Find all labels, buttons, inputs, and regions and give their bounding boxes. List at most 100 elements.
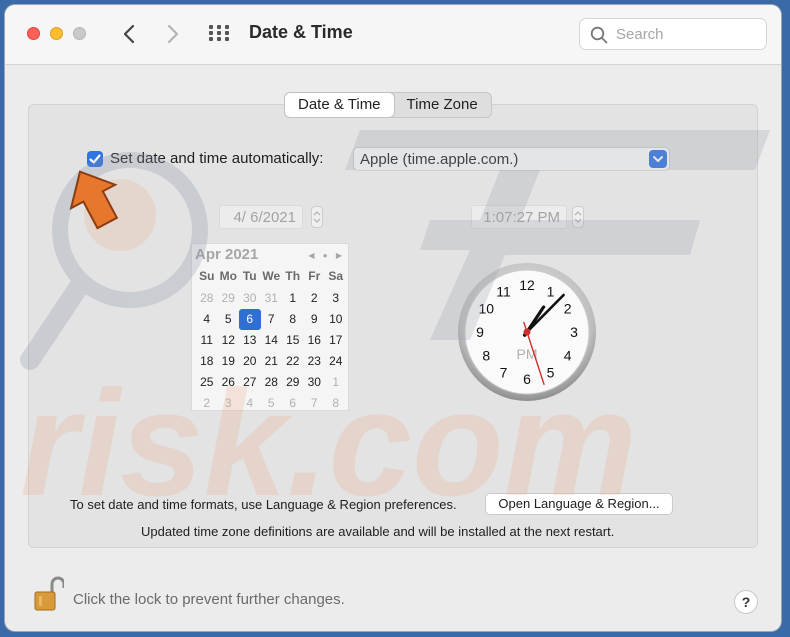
analog-clock: 12 1234567891011 PM <box>458 263 596 401</box>
help-button[interactable]: ? <box>734 590 758 614</box>
calendar-day[interactable]: 1 <box>282 288 304 309</box>
unlocked-padlock-icon[interactable] <box>32 575 64 615</box>
calendar-day[interactable]: 23 <box>304 351 326 372</box>
calendar-day[interactable]: 3 <box>325 288 347 309</box>
calendar-day-other-month[interactable]: 8 <box>325 393 347 414</box>
tab-date-time[interactable]: Date & Time <box>285 93 394 117</box>
calendar-day[interactable]: 28 <box>261 372 283 393</box>
calendar-day[interactable]: 19 <box>218 351 240 372</box>
calendar-day[interactable]: 14 <box>261 330 283 351</box>
calendar-day[interactable]: 10 <box>325 309 347 330</box>
calendar-day[interactable]: 4 <box>196 309 218 330</box>
calendar-day[interactable]: 2 <box>304 288 326 309</box>
time-field[interactable]: 1:07:27 PM <box>471 205 567 229</box>
calendar-day[interactable]: 26 <box>218 372 240 393</box>
calendar-day-other-month[interactable]: 3 <box>218 393 240 414</box>
dropdown-chevron-icon[interactable] <box>649 150 667 168</box>
calendar-day-other-month[interactable]: 28 <box>196 288 218 309</box>
calendar-week-row: 25 26 27 28 29 30 1 <box>196 372 347 393</box>
close-window-button[interactable] <box>27 27 40 40</box>
calendar-day[interactable]: 29 <box>282 372 304 393</box>
search-icon <box>590 26 608 44</box>
clock-number: 10 <box>479 301 495 317</box>
calendar-day-grid: 28 29 30 31 1 2 3 4 5 6 7 8 9 10 11 12 13 14 15 16 17 18 19 20 2… <box>196 288 347 414</box>
calendar: Apr 2021 ◀ ● ▶ Su Mo Tu We Th Fr Sa 28 29… <box>191 243 349 411</box>
clock-number: 5 <box>547 365 555 381</box>
calendar-day[interactable]: 9 <box>304 309 326 330</box>
open-language-region-button[interactable]: Open Language & Region... <box>485 493 673 515</box>
time-server-value: Apple (time.apple.com.) <box>360 151 519 168</box>
calendar-day-other-month[interactable]: 29 <box>218 288 240 309</box>
calendar-week-row: 4 5 6 7 8 9 10 <box>196 309 347 330</box>
clock-center-pin <box>523 328 531 336</box>
title-bar: Date & Time <box>5 5 781 65</box>
clock-number: 8 <box>482 348 490 364</box>
date-field[interactable]: 4/ 6/2021 <box>219 205 303 229</box>
search-box[interactable] <box>579 18 767 50</box>
calendar-day[interactable]: 17 <box>325 330 347 351</box>
calendar-day-other-month[interactable]: 5 <box>261 393 283 414</box>
search-input[interactable] <box>614 19 762 49</box>
calendar-month-label: Apr 2021 <box>195 246 259 263</box>
calendar-week-row: 28 29 30 31 1 2 3 <box>196 288 347 309</box>
weekday-label: Tu <box>242 269 257 283</box>
time-server-dropdown[interactable]: Apple (time.apple.com.) <box>353 147 670 171</box>
weekday-label: Sa <box>328 269 344 283</box>
window-title: Date & Time <box>249 22 353 42</box>
calendar-day-other-month[interactable]: 2 <box>196 393 218 414</box>
calendar-day[interactable]: 5 <box>218 309 240 330</box>
calendar-week-row: 2345678 <box>196 393 347 414</box>
calendar-day[interactable]: 30 <box>304 372 326 393</box>
show-all-grid-icon[interactable] <box>208 24 230 42</box>
forward-arrow-icon[interactable] <box>157 19 187 49</box>
calendar-day[interactable]: 24 <box>325 351 347 372</box>
tab-time-zone[interactable]: Time Zone <box>394 93 491 117</box>
clock-number: 9 <box>476 324 484 340</box>
calendar-day[interactable]: 16 <box>304 330 326 351</box>
clock-number: 6 <box>523 371 531 387</box>
clock-number: 11 <box>496 283 511 299</box>
calendar-day-other-month[interactable]: 1 <box>325 372 347 393</box>
back-arrow-icon[interactable] <box>115 19 145 49</box>
time-value: 1:07:27 PM <box>483 209 560 226</box>
minimize-window-button[interactable] <box>50 27 63 40</box>
date-stepper[interactable] <box>311 206 323 228</box>
calendar-day-other-month[interactable]: 7 <box>304 393 326 414</box>
clock-number: 3 <box>570 324 578 340</box>
calendar-day[interactable]: 21 <box>261 351 283 372</box>
calendar-day[interactable]: 8 <box>282 309 304 330</box>
calendar-day-other-month[interactable]: 4 <box>239 393 261 414</box>
tab-bar: Date & Time Time Zone <box>284 92 492 118</box>
calendar-day[interactable]: 18 <box>196 351 218 372</box>
zoom-window-button[interactable] <box>73 27 86 40</box>
calendar-day-other-month[interactable]: 6 <box>282 393 304 414</box>
time-stepper[interactable] <box>572 206 584 228</box>
clock-number: 7 <box>500 365 508 381</box>
auto-time-checkbox[interactable] <box>87 151 103 167</box>
calendar-day[interactable]: 15 <box>282 330 304 351</box>
calendar-day[interactable]: 27 <box>239 372 261 393</box>
weekday-label: Fr <box>308 269 321 283</box>
format-hint-text: To set date and time formats, use Langua… <box>70 497 457 512</box>
clock-number: 1 <box>547 283 555 299</box>
calendar-day[interactable]: 20 <box>239 351 261 372</box>
calendar-day[interactable]: 7 <box>261 309 283 330</box>
calendar-day-other-month[interactable]: 31 <box>261 288 283 309</box>
calendar-day[interactable]: 13 <box>239 330 261 351</box>
calendar-day-selected[interactable]: 6 <box>239 309 261 330</box>
calendar-day-other-month[interactable]: 30 <box>239 288 261 309</box>
calendar-day[interactable]: 22 <box>282 351 304 372</box>
weekday-label: Mo <box>219 269 237 283</box>
timezone-update-note: Updated time zone definitions are availa… <box>141 524 615 539</box>
calendar-day[interactable]: 25 <box>196 372 218 393</box>
weekday-label: Su <box>199 269 215 283</box>
date-value: 4/ 6/2021 <box>233 209 296 226</box>
clock-number: 12 <box>519 277 535 293</box>
weekday-label: We <box>262 269 281 283</box>
weekday-label: Th <box>285 269 301 283</box>
calendar-day[interactable]: 12 <box>218 330 240 351</box>
calendar-day[interactable]: 11 <box>196 330 218 351</box>
checkmark-icon <box>89 154 101 164</box>
calendar-nav-buttons[interactable]: ◀ ● ▶ <box>308 251 345 260</box>
calendar-week-row: 11 12 13 14 15 16 17 <box>196 330 347 351</box>
